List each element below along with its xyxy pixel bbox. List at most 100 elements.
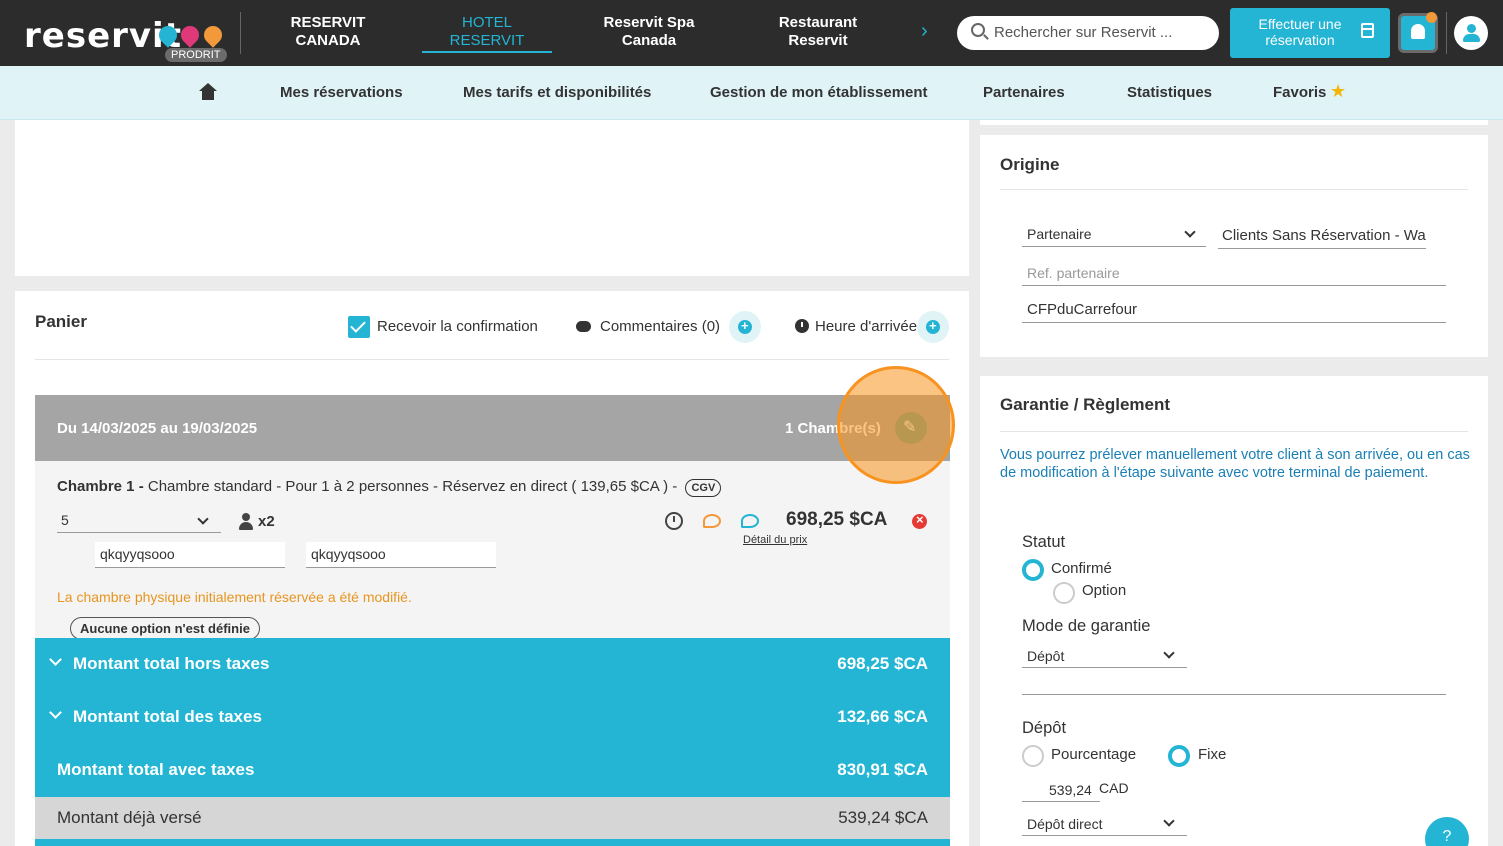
room-quantity-value: 5	[61, 512, 69, 528]
status-confirmed-label: Confirmé	[1051, 560, 1112, 577]
guarantee-title: Garantie / Règlement	[1000, 395, 1171, 414]
origin-panel: Origine Partenaire Clients Sans Réservat…	[980, 135, 1488, 357]
divider	[1446, 12, 1447, 54]
guarantee-mode-select[interactable]: Dépôt	[1022, 644, 1187, 668]
search-icon	[971, 23, 985, 37]
guest-name-field[interactable]: qkqyyqsooo	[95, 542, 285, 568]
partner-reference-placeholder: Ref. partenaire	[1027, 265, 1120, 281]
cgv-badge[interactable]: CGV	[685, 479, 722, 497]
stay-dates: Du 14/03/2025 au 19/03/2025	[57, 420, 258, 437]
chevron-right-icon[interactable]: ›	[921, 20, 928, 43]
new-reservation-label-line: Effectuer une	[1258, 16, 1342, 32]
chevron-down-icon	[1163, 647, 1175, 659]
receive-confirmation-checkbox[interactable]	[348, 316, 370, 338]
origin-code-field[interactable]: CFPduCarrefour	[1022, 297, 1446, 323]
room-prefix: Chambre 1 -	[57, 478, 144, 495]
deposit-amount-field[interactable]: 539,24	[1022, 778, 1100, 802]
person-count: x2	[258, 513, 275, 530]
amount-paid-row: Montant déjà versé 539,24 $CA	[35, 797, 950, 839]
divider	[1000, 431, 1468, 432]
total-taxes-row[interactable]: Montant total des taxes 132,66 $CA	[35, 691, 950, 744]
topnav-label: Reservit	[788, 32, 848, 49]
partner-reference-field[interactable]: Ref. partenaire	[1022, 261, 1446, 286]
main-menu: Mes réservations Mes tarifs et disponibi…	[0, 66, 1503, 120]
person-icon	[239, 513, 253, 531]
user-icon	[1467, 24, 1476, 33]
partner-value: Clients Sans Réservation - Wa	[1222, 227, 1426, 244]
search-placeholder: Rechercher sur Reservit ...	[994, 24, 1173, 41]
menu-gestion-etablissement[interactable]: Gestion de mon établissement	[710, 84, 928, 101]
total-value: 830,91 $CA	[837, 760, 928, 779]
room-description: Chambre standard - Pour 1 à 2 personnes …	[143, 478, 682, 495]
notification-dot	[1426, 12, 1437, 23]
new-reservation-label-line: réservation	[1265, 32, 1335, 48]
menu-favoris[interactable]: Favoris	[1273, 84, 1326, 101]
amount-paid-value: 539,24 $CA	[838, 808, 928, 827]
chevron-down-icon	[1163, 815, 1175, 827]
calendar-icon	[1361, 23, 1374, 38]
topnav-hotel-reservit[interactable]: HOTEL RESERVIT	[422, 14, 552, 53]
add-arrival-time-button[interactable]	[917, 311, 949, 343]
deposit-percentage-radio[interactable]	[1022, 745, 1044, 767]
chevron-down-icon	[197, 513, 209, 525]
total-excl-tax-row[interactable]: Montant total hors taxes 698,25 $CA	[35, 638, 950, 691]
home-icon[interactable]	[199, 83, 217, 101]
menu-partenaires[interactable]: Partenaires	[983, 84, 1065, 101]
divider	[240, 12, 241, 54]
star-icon: ★	[1330, 81, 1347, 101]
topnav-label: Reservit Spa	[603, 14, 695, 31]
edit-stay-button[interactable]	[895, 412, 927, 444]
divider	[1022, 694, 1446, 695]
topnav-reservit-spa[interactable]: Reservit Spa Canada	[598, 14, 700, 50]
user-icon-body	[1463, 34, 1480, 42]
guest-name-field[interactable]: qkqyyqsooo	[306, 542, 496, 568]
divider	[35, 359, 949, 360]
deposit-currency: CAD	[1099, 780, 1129, 796]
deposit-percentage-label: Pourcentage	[1051, 746, 1137, 763]
origin-title: Origine	[1000, 155, 1060, 174]
guest-name-value: qkqyyqsooo	[311, 546, 386, 562]
menu-tarifs-disponibilites[interactable]: Mes tarifs et disponibilités	[463, 84, 651, 101]
guarantee-mode-label: Mode de garantie	[1022, 617, 1151, 635]
new-reservation-label: Effectuer une réservation	[1246, 16, 1354, 48]
deposit-fixed-radio[interactable]	[1168, 745, 1190, 767]
cart-panel: Panier Recevoir la confirmation Commenta…	[15, 291, 969, 846]
amount-paid-label: Montant déjà versé	[57, 808, 202, 827]
add-comment-button[interactable]	[729, 311, 761, 343]
comment-icon	[576, 321, 591, 332]
environment-badge: PRODRIT	[165, 48, 227, 62]
arrival-time-label: Heure d'arrivée	[815, 318, 918, 335]
room-quantity-select[interactable]: 5	[57, 509, 221, 533]
comment-bubble-icon[interactable]	[703, 514, 721, 528]
reservit-logo[interactable]: reservit PRODRIT	[24, 10, 229, 62]
user-account-button[interactable]	[1454, 16, 1488, 50]
menu-mes-reservations[interactable]: Mes réservations	[280, 84, 403, 101]
no-option-button[interactable]: Aucune option n'est définie	[70, 617, 260, 640]
total-label: Montant total avec taxes	[57, 760, 255, 779]
status-confirmed-radio[interactable]	[1022, 559, 1044, 581]
menu-statistiques[interactable]: Statistiques	[1127, 84, 1212, 101]
topnav-restaurant[interactable]: Restaurant Reservit	[772, 14, 864, 50]
bell-icon	[1411, 24, 1425, 39]
deposit-type-select[interactable]: Dépôt direct	[1022, 812, 1187, 836]
total-incl-tax-row: Montant total avec taxes 830,91 $CA	[35, 744, 950, 797]
status-option-radio[interactable]	[1053, 582, 1075, 604]
search-input[interactable]: Rechercher sur Reservit ...	[957, 16, 1219, 50]
message-bubble-icon[interactable]	[741, 514, 759, 528]
right-top-panel	[980, 120, 1488, 125]
receive-confirmation-label: Recevoir la confirmation	[377, 318, 538, 335]
new-reservation-button[interactable]: Effectuer une réservation	[1230, 8, 1390, 58]
topnav-reservit-canada[interactable]: RESERVIT CANADA	[288, 14, 368, 50]
remove-room-icon[interactable]	[912, 512, 927, 529]
clock-icon	[795, 319, 809, 333]
status-option-label: Option	[1082, 582, 1127, 599]
clock-icon[interactable]	[665, 512, 683, 530]
price-detail-link[interactable]: Détail du prix	[743, 534, 807, 546]
origin-source-select[interactable]: Partenaire	[1022, 223, 1206, 247]
guest-name-value: qkqyyqsooo	[100, 546, 175, 562]
partner-field[interactable]: Clients Sans Réservation - Wa	[1218, 223, 1426, 249]
guarantee-mode-value: Dépôt	[1027, 648, 1065, 664]
stay-header: Du 14/03/2025 au 19/03/2025 1 Chambre(s)	[35, 395, 950, 461]
chevron-down-icon	[1184, 226, 1196, 238]
deposit-fixed-label: Fixe	[1198, 746, 1227, 763]
